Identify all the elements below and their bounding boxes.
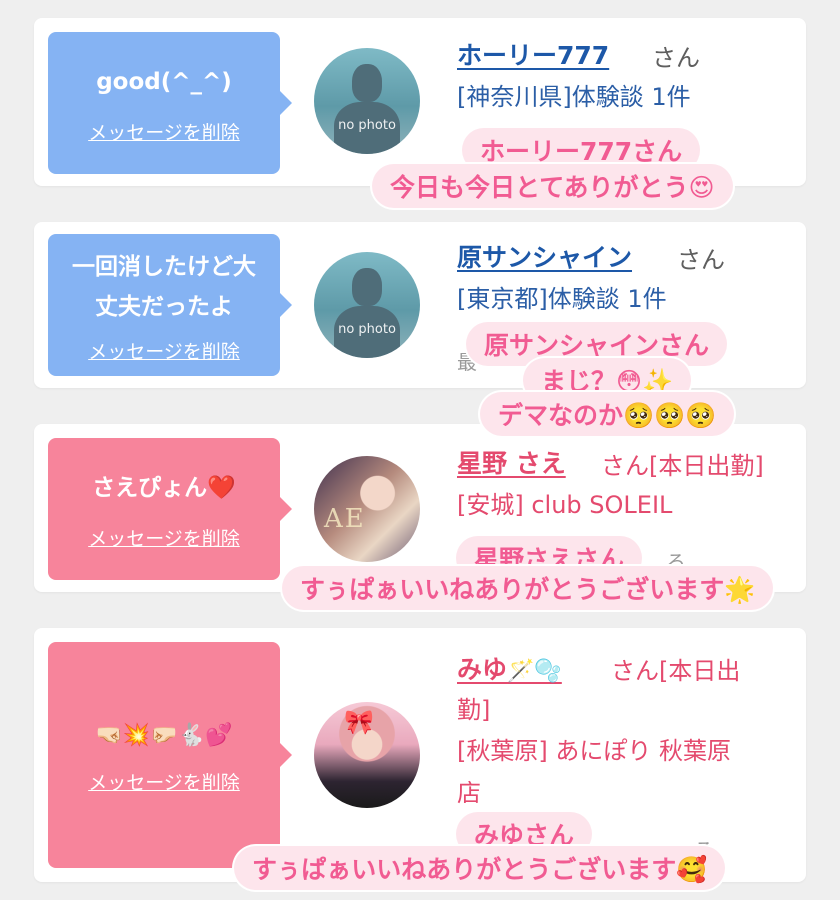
user-name-link[interactable]: 原サンシャイン [457, 238, 632, 274]
delete-message-link[interactable]: メッセージを削除 [88, 524, 240, 551]
message-card: 🤜🏻💥🤛🏻🐇💕 メッセージを削除 🎀 みゆ🪄🫧 さん[本日出 勤] [秋葉原] … [34, 628, 806, 882]
user-info: [神奈川県]体験談 1件 [457, 83, 691, 111]
sticker-text: デマなのか🥺🥺🥺 [480, 392, 735, 436]
silhouette-icon [352, 64, 382, 102]
user-info: [秋葉原] あにぽり 秋葉原 店 [457, 737, 731, 807]
wand-bubbles-icon: 🪄🫧 [507, 659, 562, 684]
avatar[interactable]: no photo [314, 48, 420, 154]
sticker-text: 今日も今日とてありがとう😍 [372, 164, 733, 208]
message-bubble: 🤜🏻💥🤛🏻🐇💕 メッセージを削除 [48, 642, 280, 868]
avatar[interactable]: no photo [314, 252, 420, 358]
user-info: [安城] club SOLEIL [457, 491, 673, 519]
message-text: 一回消したけど大 丈夫だったよ [72, 253, 256, 320]
delete-message-link[interactable]: メッセージを削除 [88, 768, 240, 795]
message-text: さえぴょん❤️ [92, 474, 236, 501]
avatar[interactable]: AE [314, 456, 420, 562]
user-name-link[interactable]: ホーリー777 [457, 36, 609, 72]
no-photo-label: no photo [338, 322, 396, 337]
avatar-photo-decoration: AE [324, 504, 366, 534]
honorific: さん[本日出勤] [601, 452, 764, 480]
silhouette-icon [352, 268, 382, 306]
message-bubble: さえぴょん❤️ メッセージを削除 [48, 438, 280, 580]
sticker-text: すぅぱぁいいねありがとうございます🌟 [282, 566, 774, 610]
user-name-link[interactable]: みゆ🪄🫧 [457, 650, 562, 686]
bow-icon: 🎀 [344, 708, 374, 736]
delete-message-link[interactable]: メッセージを削除 [88, 337, 240, 364]
user-info: [東京都]体験談 1件 [457, 285, 667, 313]
honorific: さん [677, 246, 725, 274]
delete-message-link[interactable]: メッセージを削除 [88, 118, 240, 145]
honorific: さん[本日出 [611, 657, 741, 685]
message-bubble: 一回消したけど大 丈夫だったよ メッセージを削除 [48, 234, 280, 376]
sticker-text: すぅぱぁいいねありがとうございます🥰 [234, 846, 726, 890]
honorific: さん [652, 44, 700, 72]
message-text: good(^_^) [96, 68, 232, 95]
message-bubble: good(^_^) メッセージを削除 [48, 32, 280, 174]
avatar[interactable]: 🎀 [314, 702, 420, 808]
message-text: 🤜🏻💥🤛🏻🐇💕 [95, 722, 233, 748]
heart-icon: ❤️ [207, 474, 236, 501]
user-name-link[interactable]: 星野 さえ [457, 444, 566, 480]
no-photo-label: no photo [338, 118, 396, 133]
honorific-continued: 勤] [457, 696, 491, 724]
